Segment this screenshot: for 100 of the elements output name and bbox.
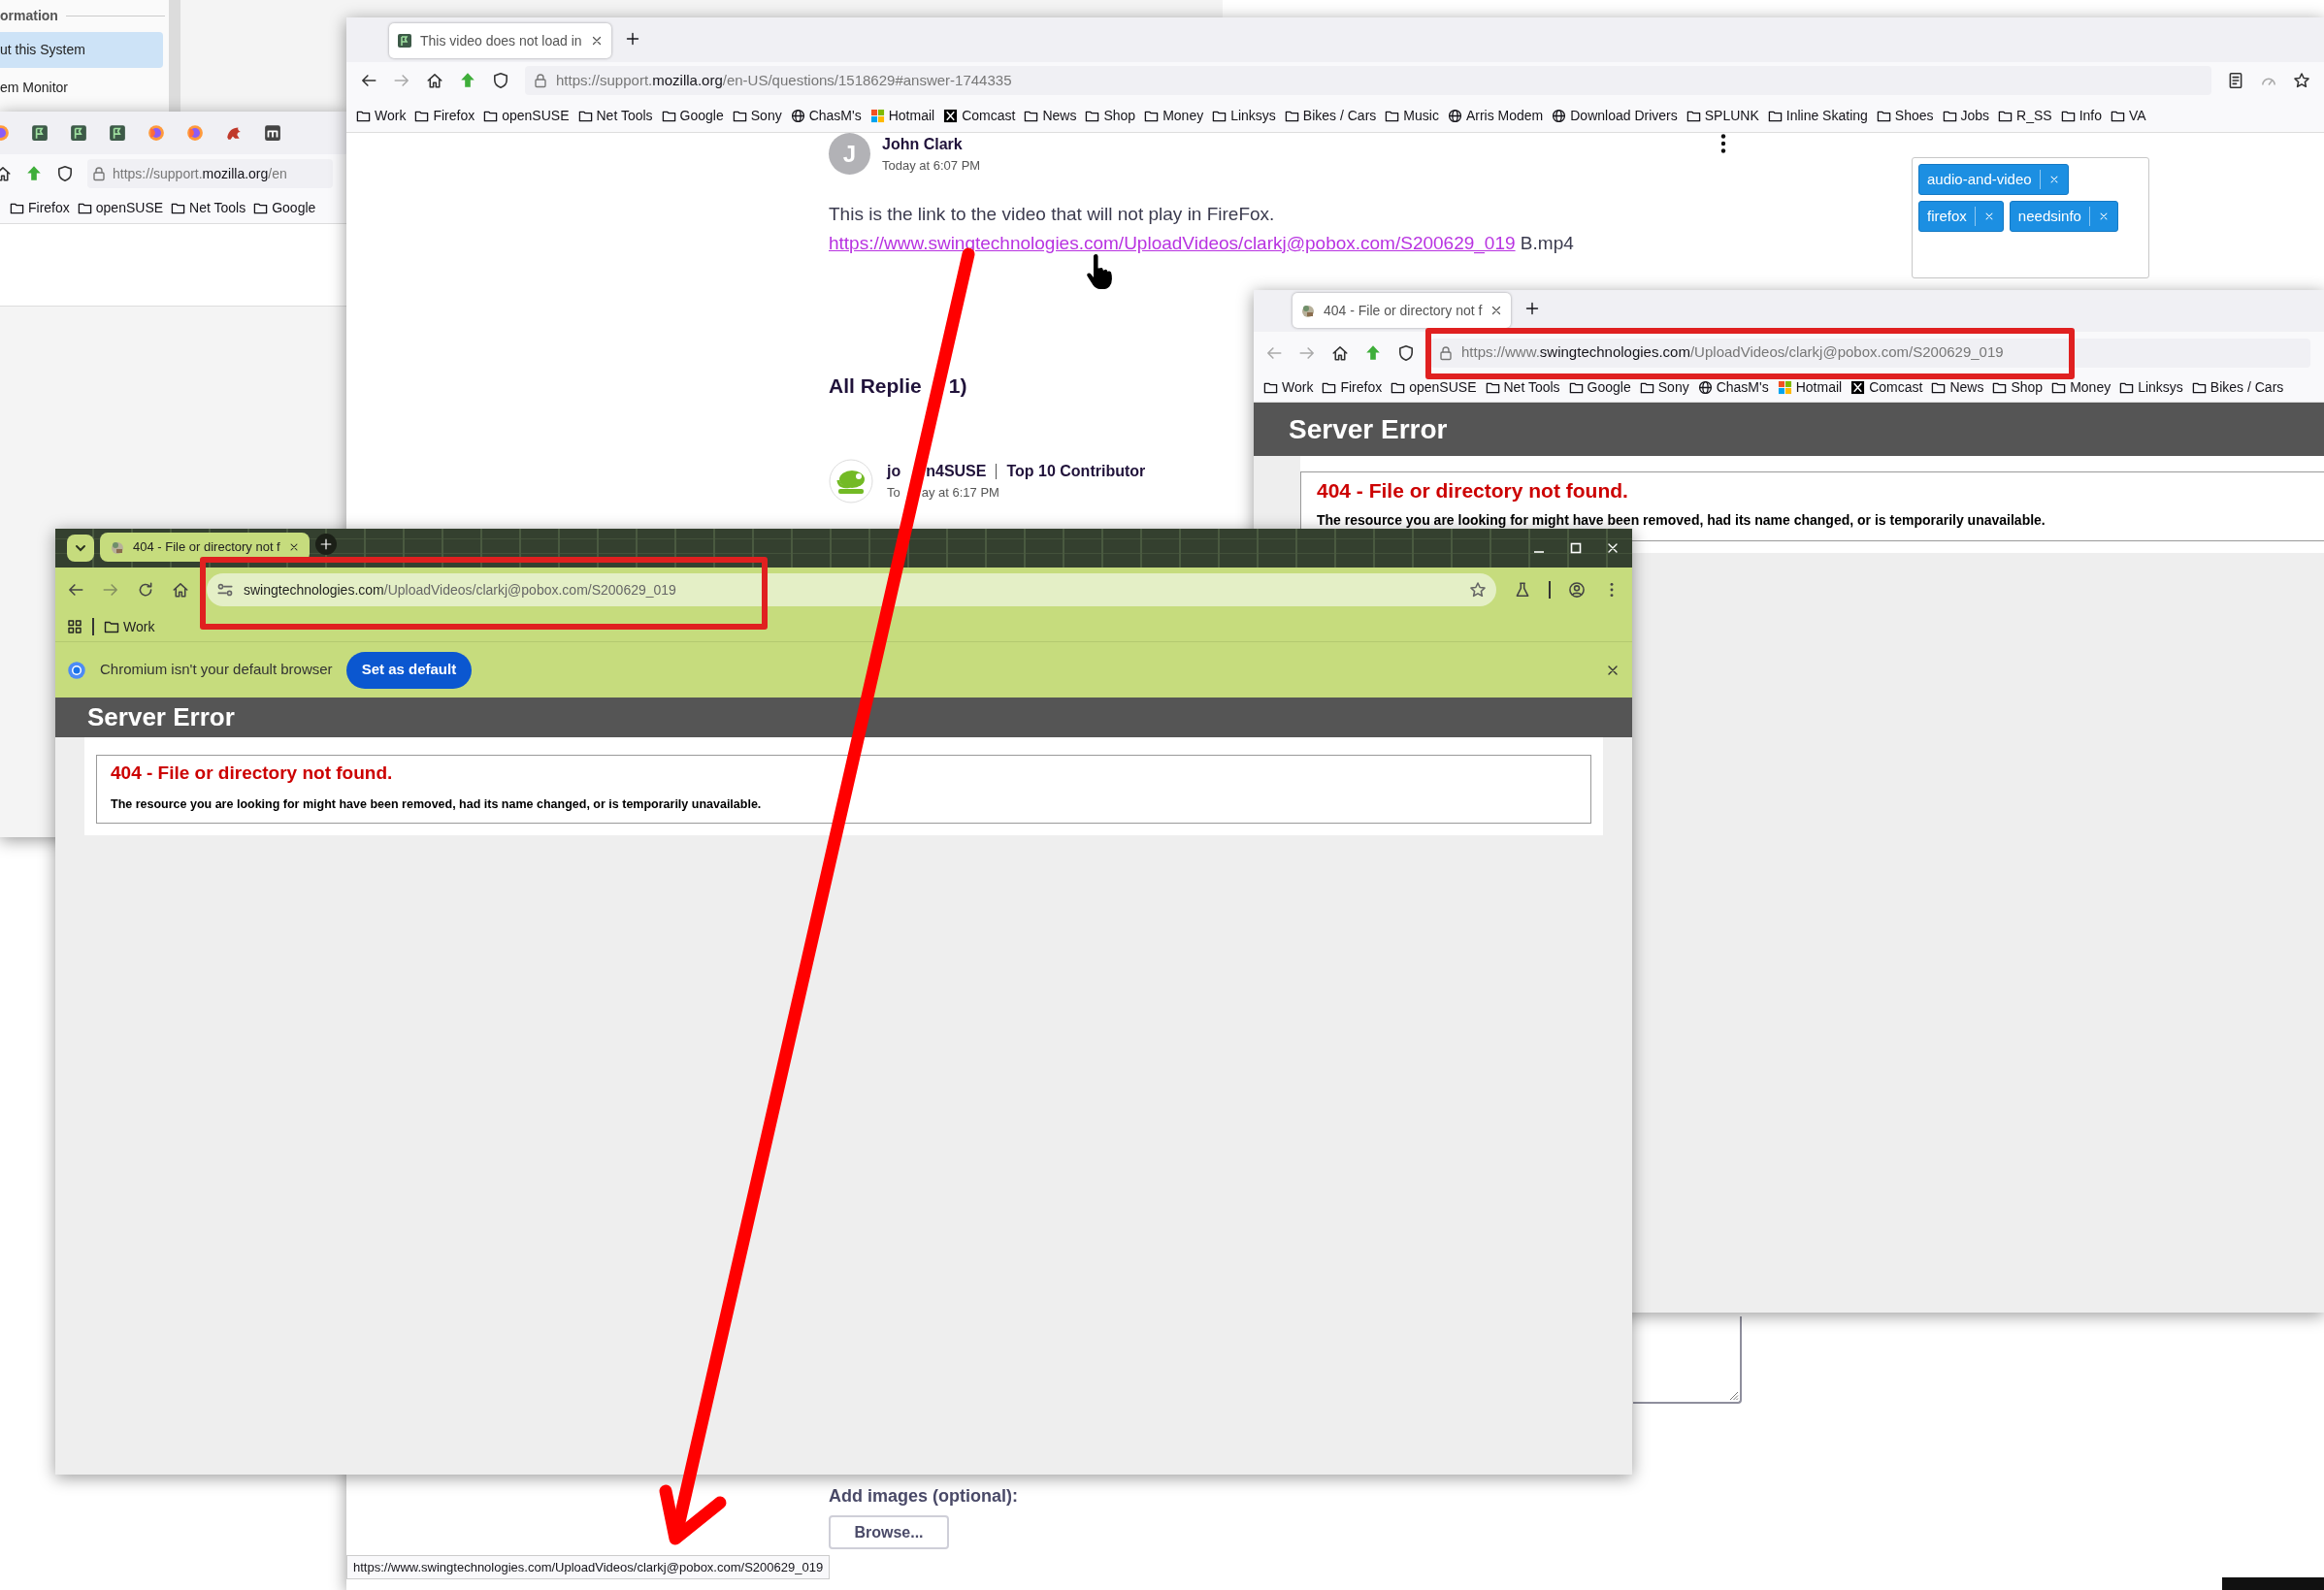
bookmark[interactable]: Firefox [414, 105, 475, 126]
bookmark[interactable]: SPLUNK [1686, 105, 1759, 126]
section-heading: All Replie [829, 373, 922, 397]
link[interactable]: https://www.swingtechnologies.com/UploadVideos/clarkj@pobox.com/S200629_019 [829, 233, 1516, 253]
browser-tab[interactable]: 404 - File or directory not f [100, 533, 310, 562]
maximize-icon[interactable] [1568, 540, 1584, 556]
bookmark[interactable]: Inline Skating [1767, 105, 1868, 126]
home-icon[interactable] [1331, 343, 1349, 362]
bookmark[interactable]: Hotmail [869, 105, 935, 126]
bookmark[interactable]: Google [253, 198, 316, 218]
bookmark[interactable]: Net Tools [1485, 377, 1560, 398]
bookmark[interactable]: R_SS [1998, 105, 2052, 126]
site-settings-icon[interactable] [216, 581, 234, 599]
author-name[interactable]: jo [887, 460, 901, 484]
new-tab-icon [318, 537, 333, 551]
bookmark[interactable]: Linksys [2119, 377, 2183, 398]
set-default-button[interactable]: Set as default [345, 651, 473, 689]
folder-icon [2191, 380, 2207, 395]
author-name[interactable]: n4SUSE [926, 460, 987, 484]
star-icon[interactable] [1469, 581, 1487, 599]
error-message: The resource you are looking for might have been removed, had its name changed, or is temporarily unavailable. [111, 795, 763, 813]
shield-icon[interactable] [56, 165, 74, 182]
bookmark[interactable]: Info [2060, 105, 2103, 126]
bookmark[interactable]: openSUSE [1391, 377, 1477, 398]
tab-search-button[interactable] [67, 535, 94, 562]
address-bar[interactable]: https://support.mozilla.org/en-US/questions/1518629#answer-1744335 [525, 66, 2211, 95]
arrow-icon[interactable] [1364, 343, 1382, 362]
post-time: To [887, 485, 900, 501]
bookmark[interactable]: Bikes / Cars [2191, 377, 2284, 398]
sidebar-item[interactable]: em Monitor [0, 70, 163, 106]
shield-icon[interactable] [492, 72, 509, 89]
bookmark[interactable]: Linksys [1212, 105, 1276, 126]
address-bar[interactable]: https://support.mozilla.org/en [87, 159, 333, 188]
folder-icon [10, 201, 24, 215]
browser-tab[interactable]: 404 - File or directory not f [1293, 293, 1512, 328]
windows-logo-icon [1777, 380, 1792, 395]
sidebar-item[interactable]: ut this System [0, 32, 163, 68]
browser-icon[interactable] [186, 124, 204, 142]
apps-icon[interactable] [67, 619, 82, 634]
new-tab-icon[interactable] [1524, 301, 1541, 316]
address-bar[interactable]: swingtechnologies.com/UploadVideos/clarkj@pobox.com/S200629_019 [207, 573, 1496, 606]
bookmark[interactable]: News [1931, 377, 1984, 398]
new-tab-button[interactable] [314, 534, 337, 555]
bookmark[interactable]: Net Tools [171, 198, 246, 218]
bookmark[interactable]: openSUSE [77, 198, 164, 218]
profile-icon[interactable] [1568, 581, 1586, 599]
arrow-icon[interactable] [25, 165, 43, 182]
bookmark[interactable]: Sony [1639, 377, 1689, 398]
bookmark[interactable]: Sony [732, 105, 782, 126]
new-tab-icon[interactable] [624, 31, 640, 47]
bookmark[interactable]: Shop [1992, 377, 2044, 398]
browse-button[interactable]: Browse... [829, 1515, 949, 1549]
author-name[interactable]: John Clark [882, 133, 981, 156]
bookmark[interactable]: Net Tools [577, 105, 653, 126]
chromium-logo-icon [67, 660, 86, 680]
bookmark[interactable]: Google [1568, 377, 1631, 398]
bookmark[interactable]: ChasM's [1697, 377, 1769, 398]
star-icon[interactable] [2293, 72, 2310, 89]
home-icon[interactable] [172, 581, 189, 599]
home-icon[interactable] [426, 72, 443, 89]
bookmark[interactable]: Hotmail [1777, 377, 1843, 398]
bookmark[interactable]: Music [1385, 105, 1439, 126]
bookmark[interactable]: openSUSE [483, 105, 570, 126]
arrow-icon[interactable] [459, 72, 476, 89]
folder-icon [253, 201, 269, 215]
bookmark[interactable]: Shop [1085, 105, 1136, 126]
browser-tab[interactable]: This video does not load in [389, 23, 611, 58]
bookmark[interactable]: Work [104, 616, 155, 637]
address-bar[interactable]: https://www.swingtechnologies.com/UploadVideos/clarkj@pobox.com/S200629_019 [1430, 338, 2310, 368]
browser-icon[interactable] [147, 124, 165, 142]
back-icon[interactable] [67, 581, 84, 599]
avatar-icon [829, 459, 873, 503]
bookmark[interactable]: Money [2051, 377, 2111, 398]
bookmark[interactable]: VA [2111, 105, 2146, 126]
bookmark[interactable]: Money [1144, 105, 1204, 126]
bookmark[interactable]: Shoes [1876, 105, 1934, 126]
bookmark[interactable]: Bikes / Cars [1284, 105, 1377, 126]
reload-icon[interactable] [137, 581, 154, 599]
page-icon[interactable] [109, 124, 126, 142]
bookmark[interactable]: Firefox [10, 198, 70, 218]
bookmark[interactable]: News [1024, 105, 1077, 126]
resize-grip-icon[interactable] [1727, 1389, 1739, 1401]
page-icon[interactable] [70, 124, 87, 142]
bookmark[interactable]: ChasM's [790, 105, 862, 126]
page-icon[interactable] [31, 124, 49, 142]
bookmark[interactable]: Work [356, 105, 407, 126]
reader-icon[interactable] [2227, 72, 2244, 89]
bookmark[interactable]: Arris Modem [1447, 105, 1544, 126]
bookmark[interactable]: Work [1263, 377, 1314, 398]
bookmark[interactable]: Firefox [1322, 377, 1383, 398]
bookmark[interactable]: Comcast [1850, 377, 1923, 398]
flask-icon[interactable] [1514, 581, 1531, 599]
bookmark[interactable]: Google [661, 105, 724, 126]
page-icon[interactable] [264, 124, 281, 142]
bookmark[interactable]: Comcast [943, 105, 1016, 126]
bookmark[interactable]: Download Drivers [1552, 105, 1678, 126]
field-label: Add images (optional): [829, 1485, 1019, 1508]
shield-icon[interactable] [1397, 343, 1415, 362]
bookmark[interactable]: Jobs [1942, 105, 1990, 126]
back-icon[interactable] [360, 72, 377, 89]
